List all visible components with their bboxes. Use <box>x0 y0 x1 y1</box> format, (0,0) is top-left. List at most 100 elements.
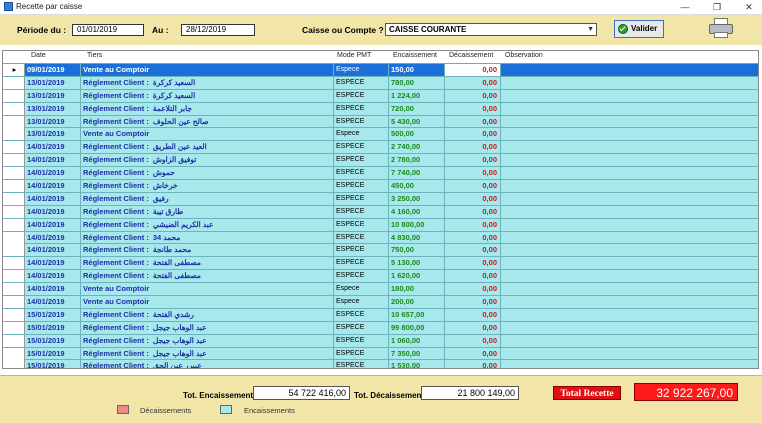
cell-decaissement: 0,00 <box>445 218 501 231</box>
table-row[interactable]: 14/01/2019 Réglement Client : توفيق الزاوش… <box>3 154 758 168</box>
table-row[interactable]: 13/01/2019 Réglement Client : جابر التلاعم… <box>3 102 758 116</box>
cell-encaissement: 2 780,00 <box>389 154 445 167</box>
tiers-type: Réglement Client : <box>83 348 149 358</box>
legend-decaissements-label: Décaissements <box>140 406 192 415</box>
date-from-field[interactable]: 01/01/2019 <box>72 24 144 36</box>
cell-mode: ESPECE <box>334 180 389 193</box>
cell-tiers: Réglement Client : محمد 34 <box>81 231 334 244</box>
cell-mode: ESPECE <box>334 89 389 102</box>
cell-mode: ESPECE <box>334 218 389 231</box>
cell-date: 13/01/2019 <box>25 115 81 128</box>
table-row[interactable]: 14/01/2019 Réglement Client : مصطفى الفتحة… <box>3 270 758 284</box>
table-row[interactable]: 13/01/2019 Réglement Client : صالح عين الح… <box>3 115 758 129</box>
cell-mode: Espece <box>334 128 389 141</box>
table-row[interactable]: 14/01/2019 Vente au Comptoir Espece 200,00 0… <box>3 296 758 309</box>
cell-decaissement: 0,00 <box>445 64 501 76</box>
minimize-button[interactable]: — <box>674 0 696 14</box>
table-row[interactable]: 14/01/2019 Réglement Client : طارق تيبة ESP… <box>3 205 758 219</box>
cell-observation <box>501 348 758 360</box>
table-row[interactable]: 15/01/2019 Réglement Client : عبد الوهاب ج… <box>3 321 758 335</box>
cell-encaissement: 180,00 <box>389 283 445 296</box>
col-date[interactable]: Date <box>31 52 46 59</box>
table-row[interactable]: 14/01/2019 Réglement Client : محمد طانجة ES… <box>3 244 758 258</box>
maximize-button[interactable]: ❐ <box>706 0 728 14</box>
cell-encaissement: 780,00 <box>389 76 445 89</box>
table-row[interactable]: 15/01/2019 Réglement Client : رشدي الفتحة E… <box>3 308 758 322</box>
cell-encaissement: 7 740,00 <box>389 167 445 180</box>
tiers-client-name: خرخاش <box>152 181 178 191</box>
col-decaissement[interactable]: Décaissement <box>449 52 493 59</box>
cell-decaissement: 0,00 <box>445 296 501 309</box>
table-row[interactable]: 13/01/2019 Réglement Client : السعيد كركرة… <box>3 76 758 90</box>
table-row[interactable]: 14/01/2019 Réglement Client : محمد 34 ESPEC… <box>3 231 758 245</box>
table-row[interactable]: 14/01/2019 Réglement Client : مصطفى الفتحة… <box>3 257 758 271</box>
cell-tiers: Réglement Client : خرخاش <box>81 180 334 193</box>
cell-mode: ESPECE <box>334 334 389 347</box>
close-button[interactable]: ✕ <box>738 0 760 14</box>
table-row[interactable]: 14/01/2019 Réglement Client : خرخاش ESPECE 4… <box>3 180 758 193</box>
cell-date: 15/01/2019 <box>25 347 81 360</box>
table-row[interactable]: 14/01/2019 Réglement Client : رفيق ESPECE 3 … <box>3 192 758 206</box>
tiers-client-name: حموش <box>152 168 175 178</box>
cell-encaissement: 720,00 <box>389 102 445 115</box>
cell-observation <box>501 283 758 295</box>
printer-icon[interactable] <box>709 18 733 38</box>
window-title: Recette par caisse <box>16 2 83 11</box>
cell-encaissement: 500,00 <box>389 128 445 141</box>
row-indicator <box>3 167 25 180</box>
col-observation[interactable]: Observation <box>505 52 543 59</box>
cell-date: 13/01/2019 <box>25 102 81 115</box>
table-row[interactable]: 13/01/2019 Réglement Client : السعيد كركرة… <box>3 89 758 103</box>
cell-tiers: Réglement Client : عبد الوهاب جيجل <box>81 321 334 334</box>
date-to-field[interactable]: 28/12/2019 <box>181 24 255 36</box>
caisse-label: Caisse ou Compte ? <box>302 25 384 35</box>
tiers-type: Réglement Client : <box>83 309 149 319</box>
cell-tiers: Vente au Comptoir <box>81 128 334 141</box>
cell-mode: ESPECE <box>334 167 389 180</box>
tiers-type: Vente au Comptoir <box>83 284 150 294</box>
total-recette-label: Total Recette <box>553 386 621 400</box>
tiers-client-name: السعيد كركرة <box>152 77 196 87</box>
tiers-type: Réglement Client : <box>83 155 149 165</box>
cell-observation <box>501 322 758 334</box>
cell-decaissement: 0,00 <box>445 283 501 296</box>
cell-mode: ESPECE <box>334 321 389 334</box>
cell-mode: ESPECE <box>334 231 389 244</box>
cell-decaissement: 0,00 <box>445 167 501 180</box>
col-encaissement[interactable]: Encaissement <box>393 52 437 59</box>
cell-mode: ESPECE <box>334 141 389 154</box>
cell-date: 15/01/2019 <box>25 321 81 334</box>
tiers-type: Vente au Comptoir <box>83 129 150 139</box>
table-row[interactable]: 15/01/2019 Réglement Client : عبد الوهاب ج… <box>3 334 758 348</box>
valider-button[interactable]: Valider <box>614 20 664 38</box>
cell-encaissement: 1 060,00 <box>389 334 445 347</box>
table-row[interactable]: 14/01/2019 Vente au Comptoir Espece 180,00 0… <box>3 283 758 297</box>
cell-date: 13/01/2019 <box>25 76 81 89</box>
cell-mode: Espece <box>334 296 389 309</box>
cell-mode: ESPECE <box>334 347 389 360</box>
table-row[interactable]: 14/01/2019 Réglement Client : حموش ESPECE 7 … <box>3 167 758 181</box>
recette-grid[interactable]: Date Tiers Mode PMT Encaissement Décaiss… <box>2 50 759 369</box>
cell-encaissement: 200,00 <box>389 296 445 309</box>
cell-date: 14/01/2019 <box>25 296 81 309</box>
table-row[interactable]: ▸ 09/01/2019 Vente au Comptoir Espece 150,00… <box>3 64 758 77</box>
cell-date: 14/01/2019 <box>25 231 81 244</box>
caisse-select[interactable]: CAISSE COURANTE ▼ <box>385 23 597 36</box>
tiers-type: Réglement Client : <box>83 142 149 152</box>
table-row[interactable]: 14/01/2019 Réglement Client : عبد الكريم ا… <box>3 218 758 232</box>
col-mode[interactable]: Mode PMT <box>337 52 371 59</box>
cell-date: 13/01/2019 <box>25 89 81 102</box>
tiers-client-name: طارق تيبة <box>152 206 184 216</box>
cell-decaissement: 0,00 <box>445 270 501 283</box>
table-row[interactable]: 14/01/2019 Réglement Client : العيد عين ال… <box>3 141 758 155</box>
table-row[interactable]: 15/01/2019 Réglement Client : عبيرر عين ال… <box>3 360 758 368</box>
cell-decaissement: 0,00 <box>445 308 501 321</box>
table-row[interactable]: 15/01/2019 Réglement Client : عبد الوهاب ج… <box>3 347 758 361</box>
cell-observation <box>501 141 758 153</box>
table-row[interactable]: 13/01/2019 Vente au Comptoir Espece 500,00 0… <box>3 128 758 142</box>
cell-tiers: Réglement Client : حموش <box>81 167 334 180</box>
cell-observation <box>501 232 758 244</box>
col-tiers[interactable]: Tiers <box>87 52 102 59</box>
row-indicator <box>3 347 25 360</box>
cell-mode: Espece <box>334 64 389 76</box>
